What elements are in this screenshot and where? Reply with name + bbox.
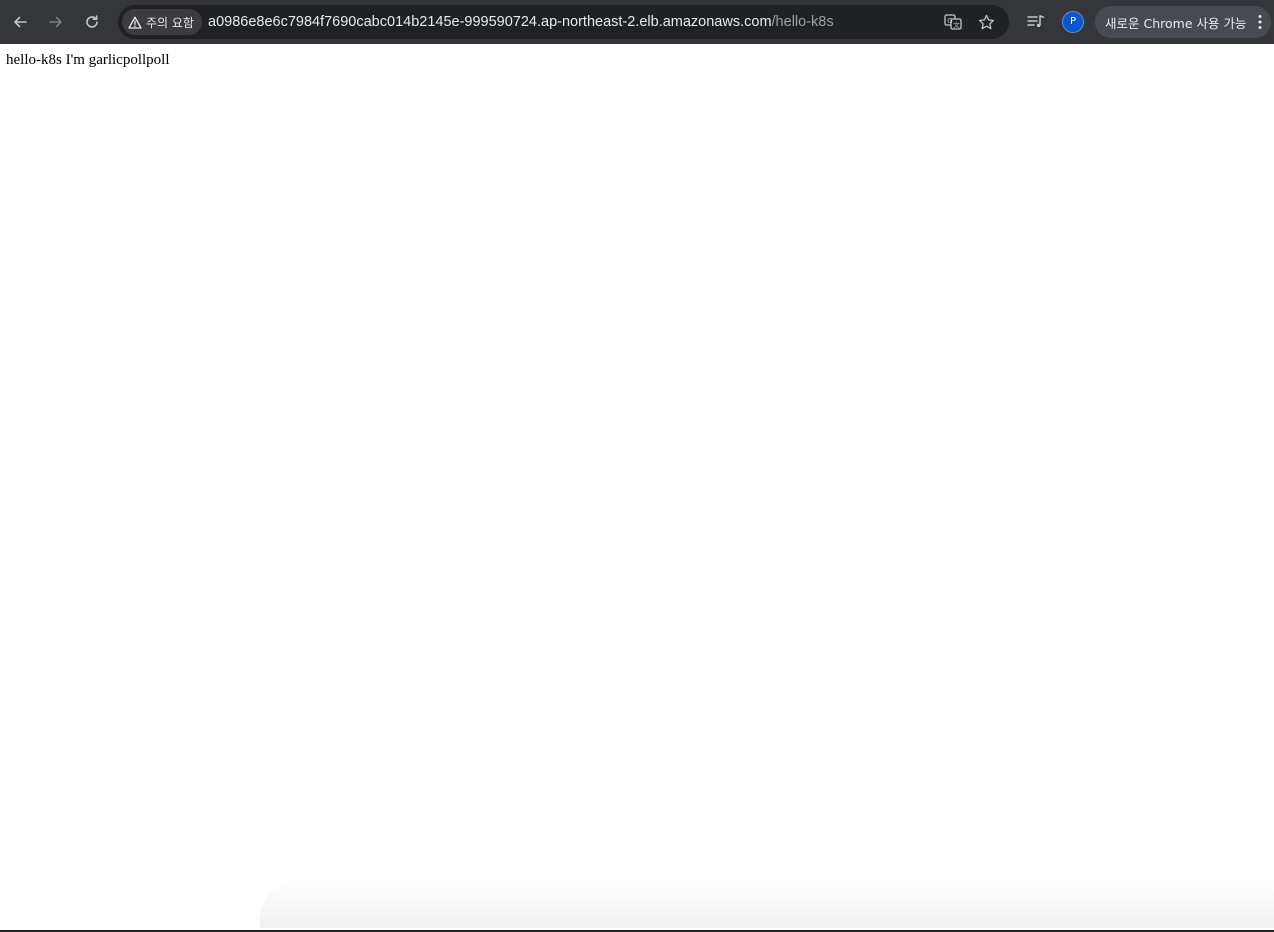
translate-icon: G 文 [944, 14, 962, 30]
page-body-text: hello-k8s I'm garlicpollpoll [6, 52, 170, 68]
page-content: hello-k8s I'm garlicpollpoll [0, 44, 1274, 930]
media-controls-button[interactable] [1023, 9, 1049, 35]
forward-button[interactable] [41, 7, 71, 37]
translate-button[interactable]: G 文 [941, 10, 965, 34]
arrow-right-icon [49, 16, 62, 28]
arrow-left-icon [14, 16, 27, 28]
star-icon [978, 14, 994, 29]
browser-toolbar: 주의 요함 a0986e8e6c7984f7690cabc014b2145e-9… [0, 0, 1274, 44]
address-bar[interactable]: 주의 요함 a0986e8e6c7984f7690cabc014b2145e-9… [118, 5, 1009, 39]
svg-text:G: G [947, 17, 952, 25]
kebab-menu-icon [1258, 15, 1262, 29]
url-path: /hello-k8s [771, 14, 834, 30]
bookmark-button[interactable] [974, 10, 998, 34]
security-status-chip[interactable]: 주의 요함 [122, 9, 202, 35]
back-button[interactable] [5, 7, 35, 37]
chrome-update-button[interactable]: 새로운 Chrome 사용 가능 [1095, 6, 1271, 38]
svg-text:文: 文 [953, 20, 960, 29]
warning-triangle-icon [128, 16, 142, 29]
url-text[interactable]: a0986e8e6c7984f7690cabc014b2145e-9995907… [208, 5, 834, 39]
url-host: a0986e8e6c7984f7690cabc014b2145e-9995907… [208, 14, 772, 30]
update-label: 새로운 Chrome 사용 가능 [1105, 15, 1247, 31]
reload-button[interactable] [77, 7, 107, 37]
profile-avatar[interactable]: P [1062, 11, 1084, 33]
reload-icon [86, 15, 98, 28]
window-shadow [260, 880, 1274, 928]
media-queue-icon [1027, 15, 1045, 28]
security-chip-label: 주의 요함 [146, 15, 194, 30]
